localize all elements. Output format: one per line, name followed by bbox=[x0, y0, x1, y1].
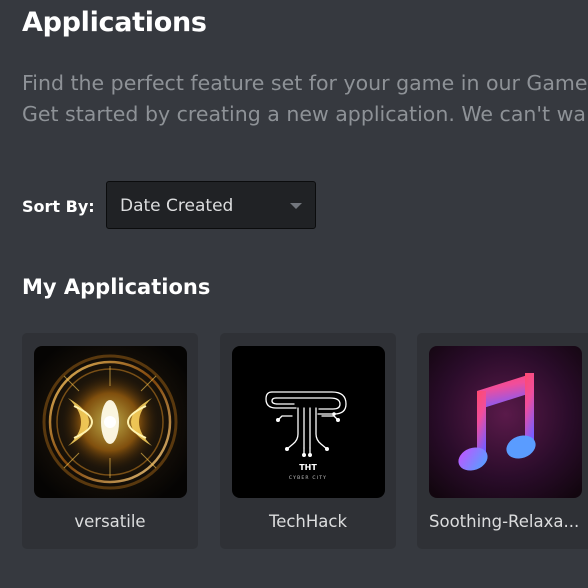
application-name: TechHack bbox=[268, 512, 348, 531]
application-card-soothing-relaxation[interactable]: Soothing-Relaxa... bbox=[417, 333, 588, 549]
music-note-icon bbox=[429, 346, 582, 498]
applications-page: Applications Find the perfect feature se… bbox=[0, 0, 588, 588]
description-line-1: Find the perfect feature set for your ga… bbox=[22, 71, 588, 95]
sort-by-label: Sort By: bbox=[22, 197, 95, 216]
description-line-2: Get started by creating a new applicatio… bbox=[22, 102, 586, 126]
application-card-versatile[interactable]: versatile bbox=[22, 333, 198, 549]
cyber-city-logo-text: CYBER CITY bbox=[289, 475, 327, 481]
page-title: Applications bbox=[22, 7, 207, 38]
sort-by-dropdown[interactable]: Date Created bbox=[106, 181, 316, 229]
page-description: Find the perfect feature set for your ga… bbox=[22, 68, 588, 130]
application-name: Soothing-Relaxa... bbox=[429, 512, 580, 531]
sort-by-selected-value: Date Created bbox=[120, 196, 234, 216]
chevron-down-icon bbox=[290, 203, 302, 209]
application-name: versatile bbox=[74, 512, 146, 531]
my-applications-heading: My Applications bbox=[22, 275, 211, 299]
application-card-techhack[interactable]: THT CYBER CITY TechHack bbox=[220, 333, 396, 549]
energy-orb-icon bbox=[34, 346, 187, 498]
tht-logo-text: THT bbox=[299, 463, 317, 472]
circuit-t-logo-icon: THT CYBER CITY bbox=[232, 346, 385, 498]
